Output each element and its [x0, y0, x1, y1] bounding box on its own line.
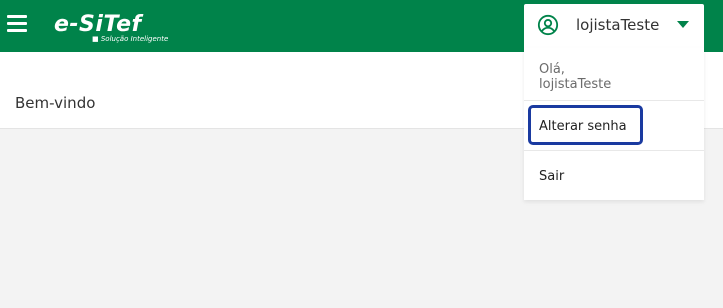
greeting-text: Olá, lojistaTeste	[539, 62, 612, 92]
user-menu-button[interactable]: lojistaTeste	[524, 4, 704, 48]
caret-down-icon	[677, 21, 689, 28]
user-dropdown-menu: Olá, lojistaTeste Alterar senha Sair	[524, 48, 704, 200]
change-password-menu-item[interactable]: Alterar senha	[530, 108, 642, 146]
menu-divider	[524, 100, 704, 101]
logo-tagline: ■ Solução Inteligente	[92, 35, 169, 43]
account-circle-icon	[537, 14, 559, 36]
menu-divider	[524, 150, 704, 151]
hamburger-menu-icon[interactable]	[7, 15, 27, 33]
esitef-logo: e-SiTef ■ Solução Inteligente	[54, 12, 168, 46]
logout-menu-item[interactable]: Sair	[530, 158, 642, 196]
page-title: Bem-vindo	[15, 94, 96, 112]
logout-label: Sair	[539, 169, 565, 184]
user-name-label: lojistaTeste	[576, 16, 660, 34]
change-password-label: Alterar senha	[539, 119, 627, 134]
top-app-bar: e-SiTef ■ Solução Inteligente lojistaTes…	[0, 0, 723, 52]
